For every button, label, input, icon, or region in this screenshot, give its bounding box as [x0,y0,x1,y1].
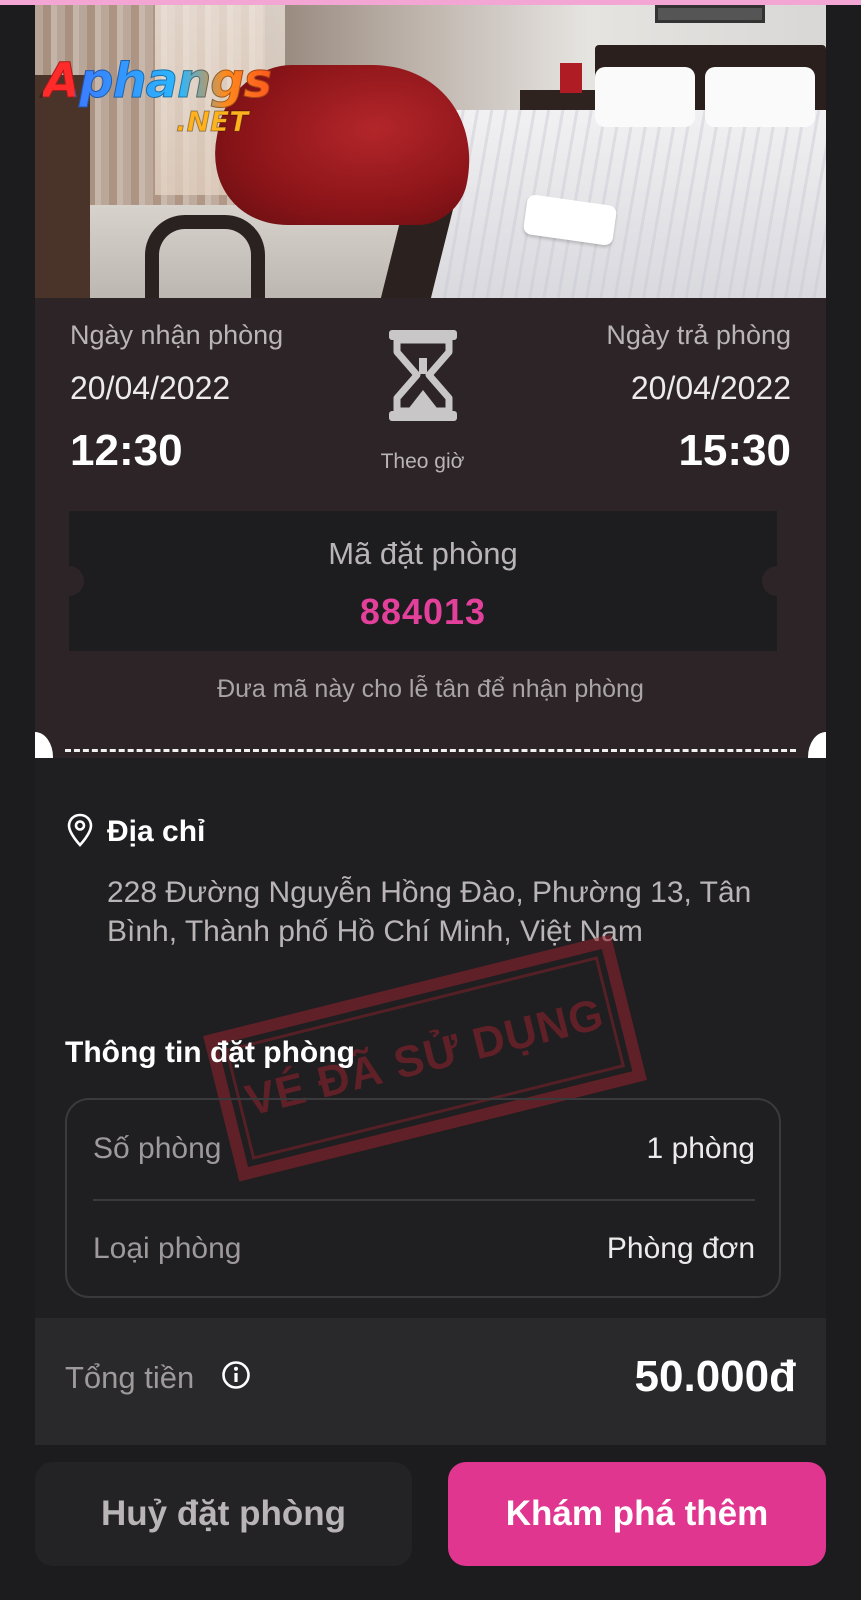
ticket-tear-line [65,749,796,752]
checkin-section: Ngày nhận phòng 20/04/2022 12:30 Theo gi… [35,298,826,782]
total-section: Tổng tiền 50.000đ [35,1318,826,1445]
hourglass-icon [389,330,457,421]
logo-tld-text: .NET [175,105,249,139]
checkin-label: Ngày nhận phòng [70,320,284,350]
chair [145,215,265,298]
booking-ticket-card: Aphangs .NET Ngày nhận phòng 20/04/2022 … [35,5,826,1445]
lamp [560,63,582,93]
cancel-booking-button[interactable]: Huỷ đặt phòng [35,1462,412,1566]
booking-code-hint: Đưa mã này cho lễ tân để nhận phòng [217,675,644,703]
address-text: 228 Đường Nguyễn Hồng Đào, Phường 13, Tâ… [107,876,752,948]
room-count-label: Số phòng [93,1132,222,1165]
booking-details-section: Địa chỉ 228 Đường Nguyễn Hồng Đào, Phườn… [35,758,826,1318]
room-type-label: Loại phòng [93,1232,242,1265]
hotel-room-photo: Aphangs .NET [35,5,826,298]
booking-info-box: Số phòng 1 phòng Loại phòng Phòng đơn [65,1098,781,1298]
checkout-date: 20/04/2022 [630,370,791,406]
booking-code-label: Mã đặt phòng [328,536,518,571]
checkout-time: 15:30 [678,426,791,475]
booking-mode-label: Theo giờ [380,450,465,473]
room-type-value: Phòng đơn [606,1232,755,1265]
watermark-logo: Aphangs .NET [42,53,303,153]
bed-sheet-stripes [405,110,826,298]
location-pin-icon [67,813,93,847]
booking-code-box: Mã đặt phòng 884013 [54,511,792,651]
info-icon[interactable] [221,1360,251,1390]
logo-brand-text: Aphangs [42,53,272,110]
total-label: Tổng tiền [65,1360,195,1395]
room-count-value: 1 phòng [646,1132,755,1165]
address-title: Địa chỉ [107,815,206,848]
total-value: 50.000đ [634,1352,796,1401]
explore-more-button[interactable]: Khám phá thêm [448,1462,826,1566]
wall-picture [655,5,765,23]
checkin-date: 20/04/2022 [70,370,231,406]
pillow [595,67,695,127]
booking-code-value[interactable]: 884013 [69,591,777,633]
checkin-time: 12:30 [70,426,183,475]
booking-info-title: Thông tin đặt phòng [65,1036,355,1069]
checkout-label: Ngày trả phòng [606,320,791,350]
room-type-row: Loại phòng Phòng đơn [93,1200,755,1298]
room-count-row: Số phòng 1 phòng [93,1100,755,1198]
pillow [705,67,815,127]
